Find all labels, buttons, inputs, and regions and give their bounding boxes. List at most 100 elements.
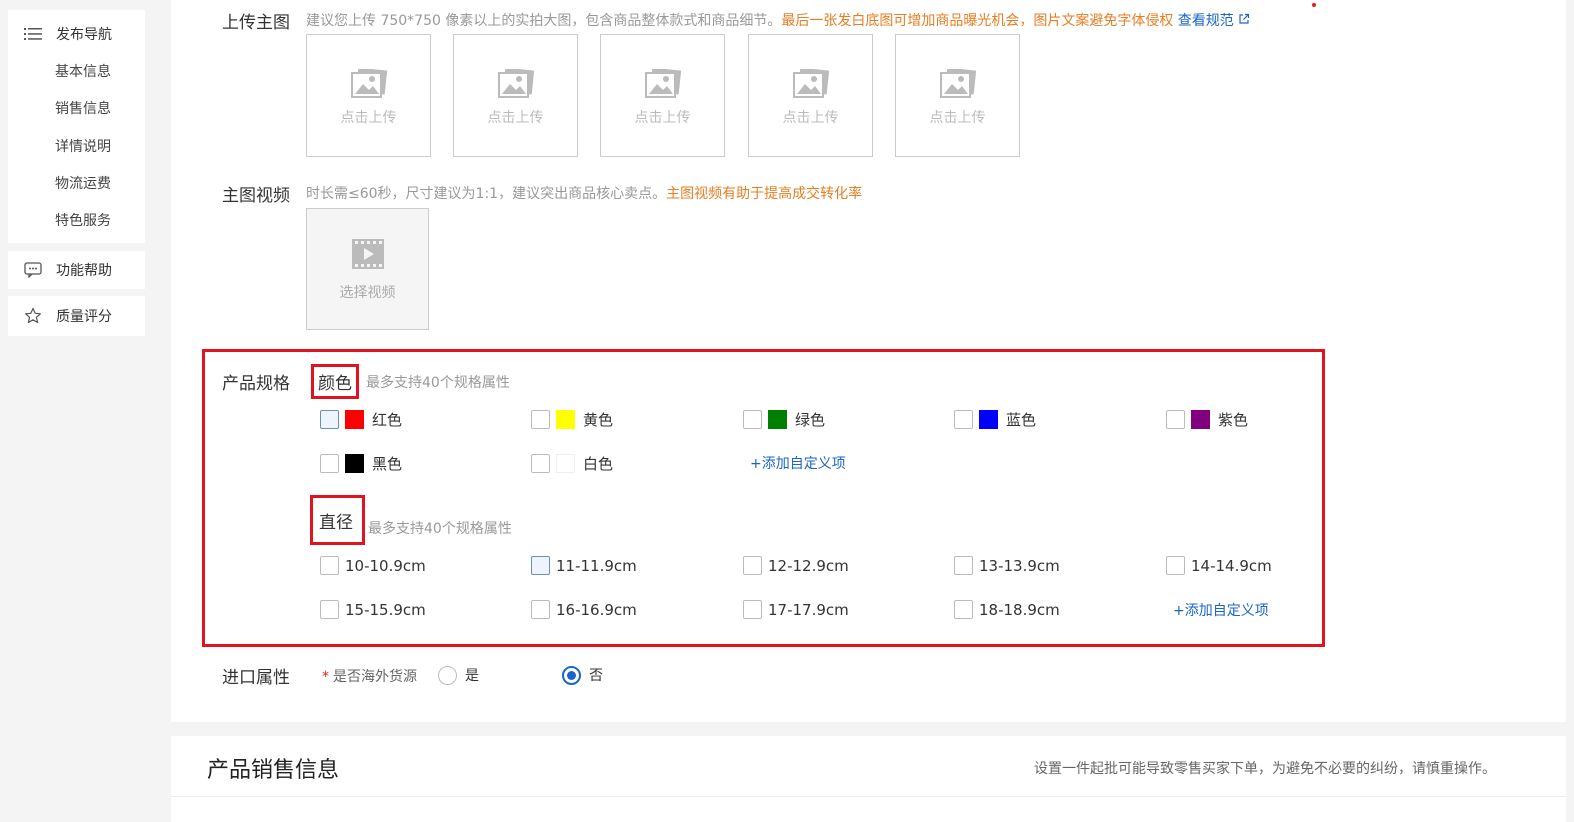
diameter-option[interactable]: 16-16.9cm	[531, 600, 637, 619]
video-hint: 时长需≤60秒，尺寸建议为1:1，建议突出商品核心卖点。主图视频有助于提高成交转…	[306, 183, 862, 203]
checkbox[interactable]	[1166, 410, 1185, 429]
help-header[interactable]: 功能帮助	[24, 260, 112, 280]
color-swatch	[556, 410, 575, 429]
checkbox[interactable]	[320, 454, 339, 473]
color-attr-title: 颜色	[311, 364, 359, 399]
main-image-hint: 建议您上传 750*750 像素以上的实拍大图，包含商品整体款式和商品细节。最后…	[306, 10, 1250, 30]
required-mark: *	[322, 669, 329, 685]
color-swatch	[345, 454, 364, 473]
checkbox[interactable]	[743, 556, 762, 575]
upload-label: 点击上传	[929, 110, 986, 126]
diameter-option-label: 11-11.9cm	[556, 556, 637, 575]
color-swatch	[768, 410, 787, 429]
diameter-option-label: 15-15.9cm	[345, 600, 426, 619]
radio-option-no[interactable]: 否	[562, 665, 603, 685]
nav-item-logistics[interactable]: 物流运费	[55, 173, 111, 193]
spec-label: 产品规格	[222, 374, 290, 394]
video-hint-text: 时长需≤60秒，尺寸建议为1:1，建议突出商品核心卖点。	[306, 186, 667, 202]
color-option-purple[interactable]: 紫色	[1166, 409, 1248, 430]
select-video-label: 选择视频	[339, 285, 396, 301]
color-option-yellow[interactable]: 黄色	[531, 409, 613, 430]
sales-info-note: 设置一件起批可能导致零售买家下单，为避免不必要的纠纷，请慎重操作。	[1034, 761, 1496, 777]
upload-label: 点击上传	[782, 110, 839, 126]
checkbox[interactable]	[531, 556, 550, 575]
upload-slot-4[interactable]: 点击上传	[748, 34, 873, 157]
diameter-option[interactable]: 12-12.9cm	[743, 556, 849, 575]
radio-label: 否	[589, 668, 603, 684]
checkbox[interactable]	[954, 600, 973, 619]
color-option-label: 红色	[372, 411, 403, 429]
checkbox[interactable]	[320, 600, 339, 619]
sales-info-card: 产品销售信息 设置一件起批可能导致零售买家下单，为避免不必要的纠纷，请慎重操作。	[171, 736, 1566, 822]
color-option-label: 绿色	[795, 411, 826, 429]
overseas-source-label: 是否海外货源	[333, 669, 417, 685]
checkbox[interactable]	[320, 556, 339, 575]
diameter-option[interactable]: 14-14.9cm	[1166, 556, 1272, 575]
color-swatch	[345, 410, 364, 429]
color-option-label: 白色	[583, 455, 614, 473]
upload-label: 点击上传	[487, 110, 544, 126]
view-rules-link[interactable]: 查看规范	[1178, 13, 1250, 29]
quality-header[interactable]: 质量评分	[24, 306, 112, 326]
upload-slot-2[interactable]: 点击上传	[453, 34, 578, 157]
diameter-option-label: 18-18.9cm	[979, 600, 1060, 619]
diameter-option[interactable]: 13-13.9cm	[954, 556, 1060, 575]
upload-slot-3[interactable]: 点击上传	[600, 34, 725, 157]
color-swatch	[556, 454, 575, 473]
quality-label: 质量评分	[56, 309, 112, 325]
nav-item-sales-info[interactable]: 销售信息	[55, 98, 111, 118]
nav-item-details[interactable]: 详情说明	[55, 136, 111, 156]
checkbox[interactable]	[743, 600, 762, 619]
radio-button[interactable]	[438, 665, 457, 685]
checkbox[interactable]	[531, 410, 550, 429]
upload-slot-1[interactable]: 点击上传	[306, 34, 431, 157]
select-video-button[interactable]: 选择视频	[306, 208, 429, 330]
help-panel[interactable]: 功能帮助	[8, 251, 145, 289]
color-option-label: 黑色	[372, 455, 403, 473]
radio-option-yes[interactable]: 是	[438, 665, 479, 685]
color-option-green[interactable]: 绿色	[743, 409, 825, 430]
checkbox[interactable]	[1166, 556, 1185, 575]
color-option-red[interactable]: 红色	[320, 409, 402, 430]
color-option-white[interactable]: 白色	[531, 453, 613, 474]
color-option-black[interactable]: 黑色	[320, 453, 402, 474]
star-icon	[24, 307, 42, 325]
radio-label: 是	[465, 668, 479, 684]
nav-item-basic-info[interactable]: 基本信息	[55, 61, 111, 81]
diameter-option[interactable]: 17-17.9cm	[743, 600, 849, 619]
checkbox[interactable]	[320, 410, 339, 429]
image-icon	[350, 69, 387, 98]
nav-item-special-service[interactable]: 特色服务	[55, 210, 111, 230]
diameter-option-label: 16-16.9cm	[556, 600, 637, 619]
color-attr-hint: 最多支持40个规格属性	[366, 375, 510, 391]
diameter-attr-title: 直径	[310, 495, 365, 545]
diameter-option[interactable]: 18-18.9cm	[954, 600, 1060, 619]
publish-nav-panel: 发布导航 基本信息 销售信息 详情说明 物流运费 特色服务	[8, 10, 145, 243]
diameter-attr-hint: 最多支持40个规格属性	[368, 521, 512, 537]
radio-button-selected[interactable]	[562, 665, 581, 685]
view-rules-text: 查看规范	[1177, 13, 1234, 29]
publish-nav-title: 发布导航	[56, 27, 112, 43]
checkbox[interactable]	[743, 410, 762, 429]
publish-nav-header[interactable]: 发布导航	[24, 24, 112, 44]
color-option-label: 蓝色	[1006, 411, 1037, 429]
quality-panel[interactable]: 质量评分	[8, 296, 145, 336]
color-swatch	[979, 410, 998, 429]
diameter-option-label: 17-17.9cm	[768, 600, 849, 619]
upload-slot-5[interactable]: 点击上传	[895, 34, 1020, 157]
checkbox[interactable]	[531, 600, 550, 619]
checkbox[interactable]	[531, 454, 550, 473]
overseas-source-question: * 是否海外货源	[322, 666, 417, 686]
diameter-option[interactable]: 11-11.9cm	[531, 556, 637, 575]
add-custom-diameter-link[interactable]: +添加自定义项	[1173, 600, 1269, 620]
diameter-option[interactable]: 10-10.9cm	[320, 556, 426, 575]
diameter-option-label: 14-14.9cm	[1191, 556, 1272, 575]
add-custom-color-link[interactable]: +添加自定义项	[750, 453, 846, 473]
diameter-option[interactable]: 15-15.9cm	[320, 600, 426, 619]
checkbox[interactable]	[954, 556, 973, 575]
image-icon	[792, 69, 829, 98]
list-icon	[24, 25, 42, 43]
image-icon	[644, 69, 681, 98]
color-option-blue[interactable]: 蓝色	[954, 409, 1036, 430]
checkbox[interactable]	[954, 410, 973, 429]
